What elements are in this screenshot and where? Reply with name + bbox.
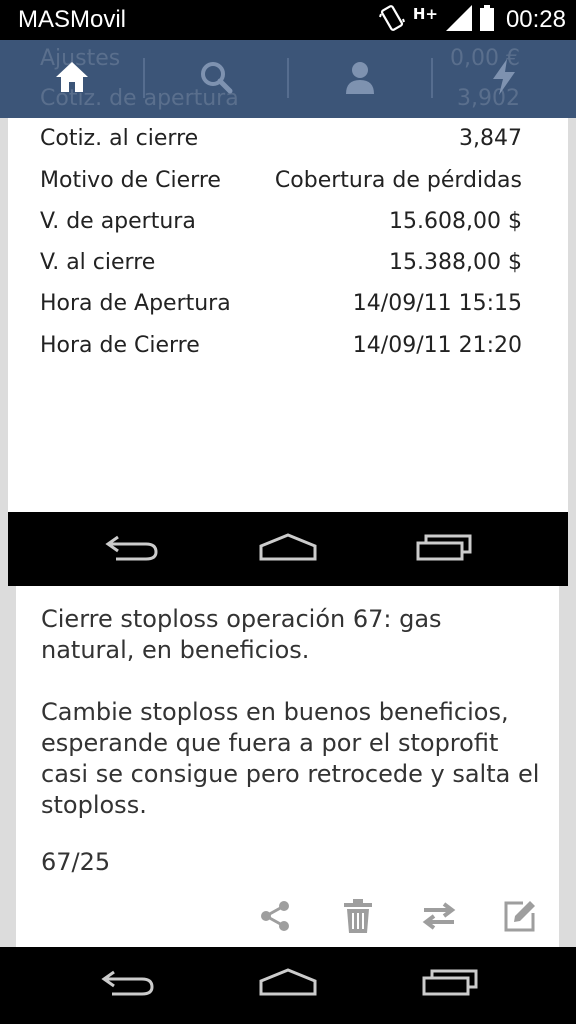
delete-button[interactable]	[338, 898, 378, 938]
inner-recents-button[interactable]	[384, 512, 504, 586]
tab-home[interactable]	[0, 40, 144, 118]
battery-icon	[479, 5, 494, 35]
share-icon	[259, 900, 291, 936]
note-card: Cierre stoploss operación 67: gas natura…	[16, 586, 559, 947]
detail-row-open-value: V. de apertura 15.608,00 $	[40, 208, 522, 234]
repost-icon	[422, 901, 456, 935]
search-icon	[199, 60, 233, 98]
signal-icon	[445, 5, 472, 35]
back-icon	[104, 531, 160, 567]
detail-row-close-quote: Cotiz. al cierre 3,847	[40, 125, 522, 151]
note-count: 67/25	[41, 848, 111, 876]
detail-row-close-time: Hora de Cierre 14/09/11 21:20	[40, 332, 522, 358]
inner-back-button[interactable]	[72, 512, 192, 586]
trash-icon	[343, 899, 373, 937]
recents-button[interactable]	[390, 947, 510, 1021]
detail-row-close-value: V. al cierre 15.388,00 $	[40, 249, 522, 275]
status-icons: H+ 00:28	[378, 4, 566, 36]
carrier-name: MASMovil	[18, 6, 127, 33]
tab-profile[interactable]	[288, 40, 432, 118]
detail-row-close-reason: Motivo de Cierre Cobertura de pérdidas	[40, 167, 522, 193]
trade-detail-card: Cotiz. al cierre 3,847 Motivo de Cierre …	[8, 118, 568, 512]
vibrate-icon	[378, 4, 405, 36]
tab-alerts[interactable]	[432, 40, 576, 118]
detail-row-open-time: Hora de Apertura 14/09/11 15:15	[40, 290, 522, 316]
inner-navigation-bar	[8, 512, 568, 586]
back-button[interactable]	[68, 947, 188, 1021]
recents-icon	[421, 967, 479, 1001]
clock: 00:28	[505, 6, 566, 33]
network-type: H+	[412, 5, 438, 23]
back-icon	[100, 966, 156, 1002]
tab-search[interactable]	[144, 40, 288, 118]
share-button[interactable]	[255, 898, 295, 938]
edit-icon	[503, 899, 537, 937]
person-icon	[345, 60, 375, 98]
repost-button[interactable]	[419, 898, 459, 938]
status-bar: MASMovil H+ 00:28	[0, 0, 576, 40]
inner-home-button[interactable]	[228, 512, 348, 586]
lightning-icon	[491, 59, 517, 99]
note-text: Cierre stoploss operación 67: gas natura…	[41, 605, 540, 819]
edit-button[interactable]	[500, 898, 540, 938]
home-button[interactable]	[228, 947, 348, 1021]
recents-icon	[415, 532, 473, 566]
home-icon	[258, 532, 318, 566]
system-navigation-bar	[0, 947, 576, 1024]
home-icon	[54, 60, 90, 98]
tab-bar: Ajustes 0,00 € Cotiz. de apertura 3,902	[0, 40, 576, 118]
home-icon	[258, 967, 318, 1001]
